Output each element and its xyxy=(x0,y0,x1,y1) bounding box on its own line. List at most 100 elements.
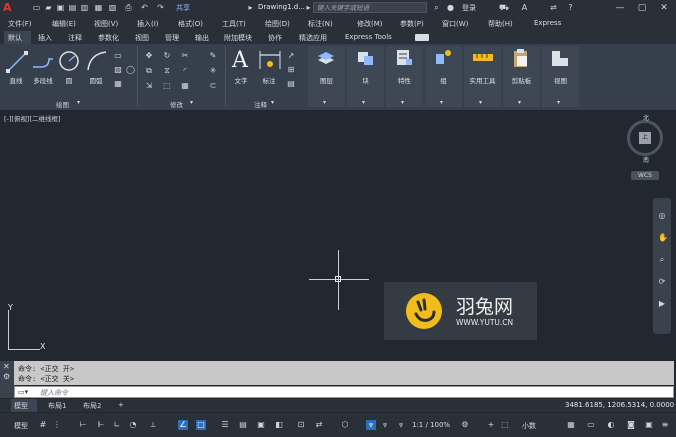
rotate-icon[interactable]: ↻ xyxy=(163,52,171,60)
menu-view[interactable]: 视图(V) xyxy=(94,19,118,29)
tab-parametric[interactable]: 参数化 xyxy=(98,33,119,43)
tab-featured-apps[interactable]: 精选应用 xyxy=(299,33,327,43)
groups-dropdown-icon[interactable]: ▾ xyxy=(440,99,443,106)
annotation-scale-icon[interactable]: ⩔ xyxy=(396,420,406,430)
print-icon[interactable]: ⎙ xyxy=(124,3,133,12)
save-as-icon[interactable]: ▤ xyxy=(68,3,77,12)
viewcube-north[interactable]: 北 xyxy=(643,113,649,122)
explode-icon[interactable]: ✳ xyxy=(209,67,217,75)
transparency-icon[interactable]: ▤ xyxy=(238,420,248,430)
ortho-icon[interactable]: ∟ xyxy=(112,420,122,430)
zoom-icon[interactable]: ⌕ xyxy=(658,256,666,264)
share-link-icon[interactable]: ⇌ xyxy=(549,3,558,12)
viewcube-south[interactable]: 南 xyxy=(643,155,649,164)
app-logo-icon[interactable]: A xyxy=(3,2,15,14)
redo-icon[interactable]: ↷ xyxy=(156,3,165,12)
selection-cycling-icon[interactable]: ▣ xyxy=(256,420,266,430)
offset-icon[interactable]: ⊂ xyxy=(209,82,217,90)
units-icon[interactable]: ⬚ xyxy=(500,420,510,430)
customize-command-icon[interactable]: ⚙ xyxy=(3,372,10,381)
menu-window[interactable]: 窗口(W) xyxy=(442,19,468,29)
open-file-icon[interactable]: ▰ xyxy=(44,3,53,12)
hatch-icon[interactable]: ▨ xyxy=(114,66,122,74)
snap-icon[interactable]: ⋮ xyxy=(52,420,62,430)
drawing-canvas[interactable] xyxy=(0,110,676,358)
steering-wheel-icon[interactable]: ◎ xyxy=(658,212,666,220)
object-snap-tracking-icon[interactable]: ∠ xyxy=(178,420,188,430)
clipboard-icon[interactable] xyxy=(511,48,531,68)
view-dropdown-icon[interactable]: ▾ xyxy=(557,99,560,106)
block-label[interactable]: 块 xyxy=(348,75,383,85)
tab-annotate[interactable]: 注释 xyxy=(68,33,82,43)
search-icon[interactable]: ⌕ xyxy=(432,3,441,12)
isolate-objects-icon[interactable]: ◐ xyxy=(606,420,616,430)
web-save-icon[interactable]: ▥ xyxy=(80,3,89,12)
draw-panel-dropdown-icon[interactable]: ▾ xyxy=(77,99,80,106)
modify-panel-dropdown-icon[interactable]: ▾ xyxy=(190,99,193,106)
tab-default[interactable]: 默认 xyxy=(8,33,22,43)
stretch-icon[interactable]: ⇲ xyxy=(145,82,153,90)
user-icon[interactable]: ● xyxy=(446,3,455,12)
annotation-panel-label[interactable]: 注释 xyxy=(254,99,267,109)
menu-format[interactable]: 格式(O) xyxy=(178,19,203,29)
clipboard-label[interactable]: 剪贴板 xyxy=(504,75,539,85)
dimension-tool-icon[interactable] xyxy=(258,51,282,71)
publish-icon[interactable]: ▧ xyxy=(108,3,117,12)
showmotion-icon[interactable]: ▶ xyxy=(658,300,666,308)
menu-tools[interactable]: 工具(T) xyxy=(222,19,246,29)
quick-properties-icon[interactable]: ▦ xyxy=(566,420,576,430)
table-small-icon[interactable]: ⊞ xyxy=(287,66,295,74)
draw-panel-label[interactable]: 绘图 xyxy=(56,99,69,109)
menu-help[interactable]: 帮助(H) xyxy=(488,19,513,29)
utilities-icon[interactable] xyxy=(472,50,494,66)
infer-constraints-icon[interactable]: ⊢ xyxy=(78,420,88,430)
groups-icon[interactable] xyxy=(433,48,453,68)
fillet-icon[interactable]: ◜ xyxy=(181,67,189,75)
new-file-icon[interactable]: ▭ xyxy=(32,3,41,12)
minimize-icon[interactable]: — xyxy=(610,1,630,15)
annotation-visibility-icon[interactable]: ⩔ xyxy=(366,420,376,430)
gizmo-icon[interactable]: ⬡ xyxy=(340,420,350,430)
view-icon[interactable] xyxy=(550,48,570,68)
annotation-table-icon[interactable]: ▤ xyxy=(287,80,295,88)
utilities-label[interactable]: 实用工具 xyxy=(463,75,502,85)
ellipse-icon[interactable]: ◯ xyxy=(126,66,135,74)
copy-icon[interactable]: ⧉ xyxy=(145,67,153,75)
share-button[interactable]: 共享 xyxy=(176,3,190,13)
close-command-icon[interactable]: ✕ xyxy=(3,362,10,371)
menu-insert[interactable]: 插入(I) xyxy=(137,19,159,29)
mirror-icon[interactable]: ⧖ xyxy=(163,67,171,75)
array-icon[interactable]: ▦ xyxy=(181,82,189,90)
properties-icon[interactable] xyxy=(394,48,414,68)
polyline-tool-icon[interactable] xyxy=(31,51,55,73)
layers-label[interactable]: 图层 xyxy=(309,75,344,85)
annotation-panel-dropdown-icon[interactable]: ▾ xyxy=(271,99,274,106)
arc-tool-label[interactable]: 圆弧 xyxy=(84,75,108,85)
lineweight-icon[interactable]: ☰ xyxy=(220,420,230,430)
menu-dimension[interactable]: 标注(N) xyxy=(308,19,333,29)
3d-osnap-icon[interactable]: ◧ xyxy=(274,420,284,430)
properties-label[interactable]: 特性 xyxy=(387,75,422,85)
menu-parametric[interactable]: 参数(P) xyxy=(400,19,424,29)
export-icon[interactable]: ▦ xyxy=(94,3,103,12)
dynamic-ucs-icon[interactable]: ⊡ xyxy=(296,420,306,430)
trim-icon[interactable]: ✂ xyxy=(181,52,189,60)
menu-modify[interactable]: 修改(M) xyxy=(357,19,383,29)
grid-icon[interactable]: # xyxy=(38,420,48,430)
cart-icon[interactable]: ⛟ xyxy=(499,3,509,12)
tab-express-tools[interactable]: Express Tools xyxy=(345,33,392,41)
model-space-button[interactable]: 模型 xyxy=(14,421,28,431)
tab-layout2[interactable]: 布局2 xyxy=(83,401,101,411)
menu-file[interactable]: 文件(F) xyxy=(8,19,32,29)
menu-draw[interactable]: 绘图(D) xyxy=(265,19,290,29)
clipboard-dropdown-icon[interactable]: ▾ xyxy=(518,99,521,106)
layers-icon[interactable] xyxy=(316,48,336,68)
view-label[interactable]: 视图 xyxy=(543,75,578,85)
utilities-dropdown-icon[interactable]: ▾ xyxy=(479,99,482,106)
block-dropdown-icon[interactable]: ▾ xyxy=(362,99,365,106)
annotation-scale-value[interactable]: 1:1 / 100% xyxy=(412,421,450,429)
isodraft-icon[interactable]: ⟂ xyxy=(148,420,158,430)
search-input[interactable]: 键入关键字或短语 xyxy=(313,2,427,13)
polyline-tool-label[interactable]: 多段线 xyxy=(28,75,58,85)
restore-icon[interactable]: ▢ xyxy=(632,1,652,15)
